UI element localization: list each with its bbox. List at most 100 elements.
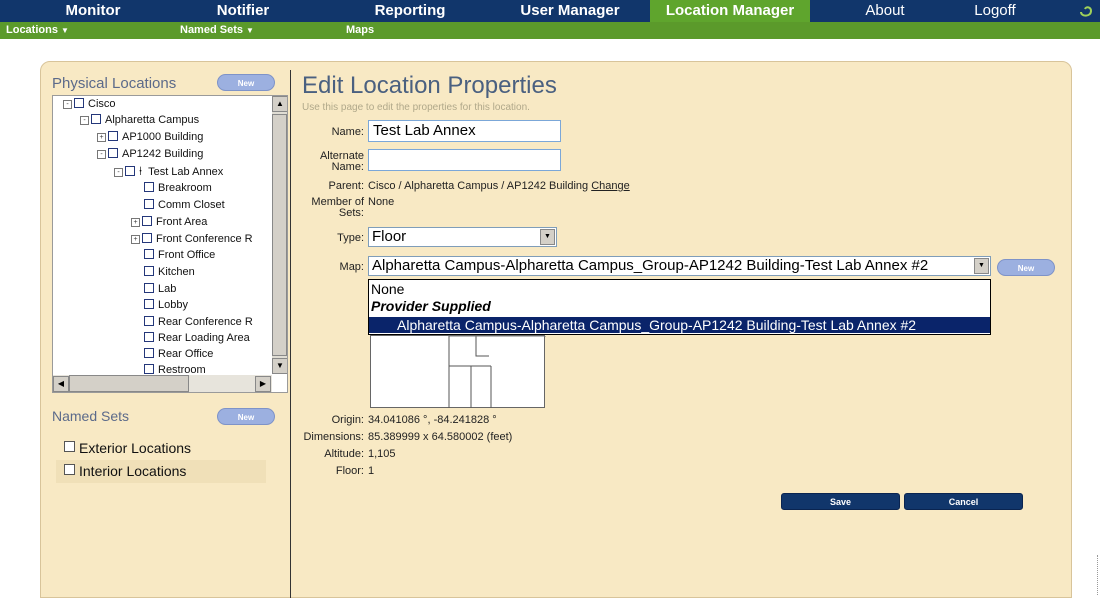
floor-plan-image — [448, 335, 546, 408]
checkbox[interactable] — [108, 131, 118, 141]
nav-tab-reporting[interactable]: Reporting — [355, 0, 465, 22]
tree-node-rear-loading-area[interactable]: Rear Loading Area — [144, 331, 250, 346]
checkbox[interactable] — [91, 114, 101, 124]
page-title: Edit Location Properties — [302, 72, 557, 99]
map-label: Map: — [339, 261, 364, 273]
nav-tab-logoff[interactable]: Logoff — [955, 0, 1035, 22]
tree-node-ap1000-building[interactable]: + AP1000 Building — [97, 130, 203, 145]
subnav-locations[interactable]: Locations ▼ — [6, 22, 69, 39]
tree-node-rear-conference[interactable]: Rear Conference R — [144, 315, 253, 330]
map-option-test-lab-annex[interactable]: Alpharetta Campus-Alpharetta Campus_Grou… — [369, 317, 990, 333]
checkbox[interactable] — [144, 182, 154, 192]
checkbox[interactable] — [125, 166, 135, 176]
tree-horizontal-scrollbar[interactable]: ◀ ▶ — [53, 375, 272, 392]
type-select[interactable]: Floor ▼ — [368, 227, 557, 247]
nav-tab-about[interactable]: About — [845, 0, 925, 22]
tree-node-front-office[interactable]: Front Office — [144, 248, 215, 263]
nav-tab-notifier[interactable]: Notifier — [180, 0, 306, 22]
checkbox[interactable] — [144, 266, 154, 276]
checkbox[interactable] — [74, 98, 84, 108]
collapse-icon[interactable]: - — [63, 100, 72, 109]
collapse-icon[interactable]: - — [80, 116, 89, 125]
nav-tab-monitor[interactable]: Monitor — [20, 0, 166, 22]
chevron-down-icon: ▼ — [60, 26, 69, 35]
named-set-exterior[interactable]: Exterior Locations — [56, 437, 266, 460]
dimensions-label: Dimensions: — [303, 431, 364, 443]
nav-tab-user-manager[interactable]: User Manager — [505, 0, 635, 22]
cancel-button[interactable]: Cancel — [904, 493, 1023, 510]
scrollbar-thumb[interactable] — [272, 114, 287, 356]
expand-icon[interactable]: + — [97, 133, 106, 142]
subnav-named-sets[interactable]: Named Sets ▼ — [180, 22, 254, 39]
map-option-provider-supplied[interactable]: Provider Supplied — [371, 298, 491, 314]
named-sets-list: Exterior Locations Interior Locations — [56, 437, 266, 483]
scroll-up-icon[interactable]: ▲ — [272, 96, 287, 112]
tree-node-front-conference[interactable]: + Front Conference R — [131, 232, 253, 247]
checkbox[interactable] — [142, 216, 152, 226]
nav-tab-location-manager[interactable]: Location Manager — [650, 0, 810, 22]
tree-node-label: Kitchen — [158, 266, 195, 278]
floor-label: Floor: — [335, 465, 364, 477]
chevron-down-icon: ▼ — [245, 26, 254, 35]
map-select-value: Alpharetta Campus-Alpharetta Campus_Grou… — [372, 257, 929, 274]
tree-node-label: Test Lab Annex — [148, 166, 224, 178]
named-set-interior[interactable]: Interior Locations — [56, 460, 266, 483]
dropdown-arrow-icon[interactable]: ▼ — [974, 258, 989, 274]
altitude-value: 1,105 — [368, 448, 396, 460]
origin-label: Origin: — [331, 414, 364, 426]
checkbox[interactable] — [64, 441, 75, 452]
tree-node-cisco[interactable]: - Cisco — [63, 97, 116, 112]
map-select[interactable]: Alpharetta Campus-Alpharetta Campus_Grou… — [368, 256, 991, 276]
tree-node-kitchen[interactable]: Kitchen — [144, 265, 195, 280]
new-location-button[interactable]: New — [217, 74, 275, 91]
tree-node-breakroom[interactable]: Breakroom — [144, 181, 212, 196]
map-option-none[interactable]: None — [371, 281, 404, 297]
checkbox[interactable] — [144, 199, 154, 209]
subnav-maps-label: Maps — [346, 24, 375, 36]
map-dropdown-list[interactable]: None Provider Supplied Alpharetta Campus… — [368, 279, 991, 335]
tree-vertical-scrollbar[interactable]: ▲ ▼ — [272, 96, 287, 374]
checkbox[interactable] — [144, 249, 154, 259]
floor-value: 1 — [368, 465, 375, 477]
origin-value: 34.041086 °, -84.241828 ° — [368, 414, 497, 426]
checkbox[interactable] — [144, 316, 154, 326]
name-label: Name: — [331, 126, 364, 138]
tree-node-comm-closet[interactable]: Comm Closet — [144, 198, 225, 213]
subnav-maps[interactable]: Maps — [346, 22, 374, 39]
expand-icon[interactable]: + — [131, 235, 140, 244]
new-map-button[interactable]: New — [997, 259, 1055, 276]
checkbox[interactable] — [64, 464, 75, 475]
tree-node-alpharetta-campus[interactable]: - Alpharetta Campus — [80, 113, 199, 128]
scroll-down-icon[interactable]: ▼ — [272, 358, 287, 374]
expand-icon[interactable]: + — [131, 218, 140, 227]
panel-divider — [290, 70, 291, 598]
tree-node-ap1242-building[interactable]: - AP1242 Building — [97, 147, 203, 162]
tree-node-label: Front Office — [158, 249, 216, 261]
checkbox[interactable] — [144, 348, 154, 358]
alternate-name-field[interactable] — [368, 149, 561, 171]
tree-node-front-area[interactable]: + Front Area — [131, 215, 207, 230]
name-field[interactable]: Test Lab Annex — [368, 120, 561, 142]
tree-node-label: AP1242 Building — [122, 148, 204, 160]
checkbox[interactable] — [144, 332, 154, 342]
checkbox[interactable] — [108, 148, 118, 158]
checkbox[interactable] — [144, 299, 154, 309]
scroll-left-icon[interactable]: ◀ — [53, 376, 69, 392]
checkbox[interactable] — [144, 283, 154, 293]
tree-node-test-lab-annex[interactable]: - ⍿ Test Lab Annex — [114, 164, 223, 179]
collapse-icon[interactable]: - — [114, 168, 123, 177]
alternate-name-label-line2: Name: — [331, 161, 364, 173]
checkbox[interactable] — [142, 233, 152, 243]
collapse-icon[interactable]: - — [97, 150, 106, 159]
checkbox[interactable] — [144, 364, 154, 374]
new-named-set-button[interactable]: New — [217, 408, 275, 425]
scrollbar-thumb[interactable] — [69, 375, 189, 392]
tree-node-label: Lobby — [158, 299, 188, 311]
save-button[interactable]: Save — [781, 493, 900, 510]
tree-node-lobby[interactable]: Lobby — [144, 298, 188, 313]
scroll-right-icon[interactable]: ▶ — [255, 376, 271, 392]
tree-node-rear-office[interactable]: Rear Office — [144, 347, 213, 362]
tree-node-lab[interactable]: Lab — [144, 282, 176, 297]
change-parent-link[interactable]: Change — [591, 180, 630, 192]
dropdown-arrow-icon[interactable]: ▼ — [540, 229, 555, 245]
